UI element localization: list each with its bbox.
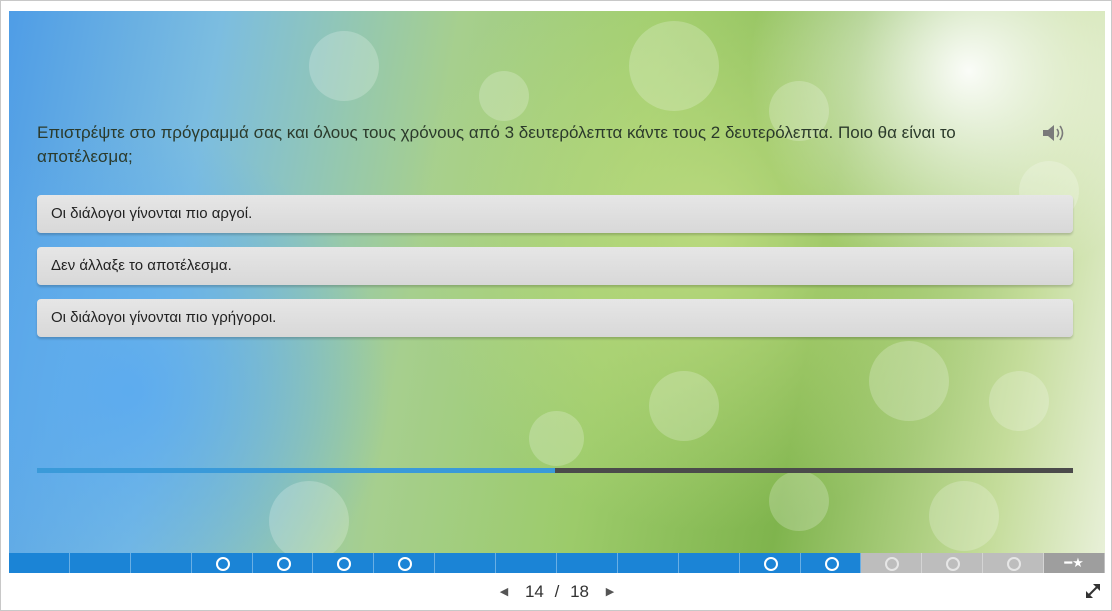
question-marker-icon — [885, 557, 900, 571]
bokeh-circle — [869, 341, 949, 421]
triangle-left-icon[interactable]: ◀ — [500, 585, 508, 598]
answer-option-3[interactable]: Οι διάλογοι γίνονται πιο γρήγοροι. — [37, 299, 1073, 337]
bokeh-circle — [769, 471, 829, 531]
nav-segment-13[interactable] — [739, 553, 801, 573]
nav-segment-2[interactable] — [69, 553, 131, 573]
bokeh-circle — [479, 71, 529, 121]
nav-segment-1[interactable] — [9, 553, 70, 573]
nav-segment-10[interactable] — [557, 553, 618, 573]
slide-stage: Επιστρέψτε στο πρόγραμμά σας και όλους τ… — [9, 11, 1105, 553]
bokeh-circle — [989, 371, 1049, 431]
question-marker-icon — [763, 557, 778, 571]
question-marker-icon — [276, 557, 291, 571]
nav-segment-14[interactable] — [800, 553, 862, 573]
question-marker-icon — [398, 557, 413, 571]
bokeh-circle — [529, 411, 584, 466]
nav-segment-9[interactable] — [496, 553, 558, 573]
pager: ◀ 14 / 18 ▶ — [1, 581, 1112, 602]
slide-navigation-bar: ━★ — [9, 553, 1105, 573]
nav-segment-12[interactable] — [678, 553, 740, 573]
slide-progress-fill — [37, 468, 555, 473]
player-frame: Επιστρέψτε στο πρόγραμμά σας και όλους τ… — [0, 0, 1112, 611]
speaker-icon[interactable] — [1041, 123, 1069, 143]
nav-segment-5[interactable] — [252, 553, 314, 573]
answer-option-2[interactable]: Δεν άλλαξε το αποτέλεσμα. — [37, 247, 1073, 285]
triangle-right-icon[interactable]: ▶ — [606, 585, 614, 598]
nav-segment-3[interactable] — [130, 553, 192, 573]
pager-separator: / — [554, 581, 560, 601]
bokeh-circle — [269, 481, 349, 553]
nav-segment-16[interactable] — [922, 553, 984, 573]
bokeh-circle — [629, 21, 719, 111]
expand-icon[interactable] — [1083, 581, 1103, 601]
nav-segment-4[interactable] — [191, 553, 253, 573]
nav-segment-8[interactable] — [435, 553, 497, 573]
question-marker-icon — [946, 557, 961, 571]
bokeh-circle — [929, 481, 999, 551]
question-marker-icon — [1007, 557, 1022, 571]
total-slides: 18 — [570, 581, 590, 601]
question-marker-icon — [215, 557, 230, 571]
bokeh-circle — [649, 371, 719, 441]
nav-segment-17[interactable] — [983, 553, 1045, 573]
star-icon: ━★ — [1064, 555, 1084, 570]
nav-segment-15[interactable] — [861, 553, 923, 573]
current-slide: 14 — [524, 581, 544, 601]
question-marker-icon — [824, 557, 839, 571]
nav-segment-6[interactable] — [313, 553, 375, 573]
slide-progress-bar — [37, 468, 1073, 473]
question-marker-icon — [337, 557, 352, 571]
nav-segment-7[interactable] — [374, 553, 436, 573]
bokeh-circle — [309, 31, 379, 101]
nav-segment-11[interactable] — [617, 553, 679, 573]
answer-option-1[interactable]: Οι διάλογοι γίνονται πιο αργοί. — [37, 195, 1073, 233]
nav-segment-18[interactable]: ━★ — [1044, 553, 1105, 573]
question-text: Επιστρέψτε στο πρόγραμμά σας και όλους τ… — [37, 123, 956, 166]
